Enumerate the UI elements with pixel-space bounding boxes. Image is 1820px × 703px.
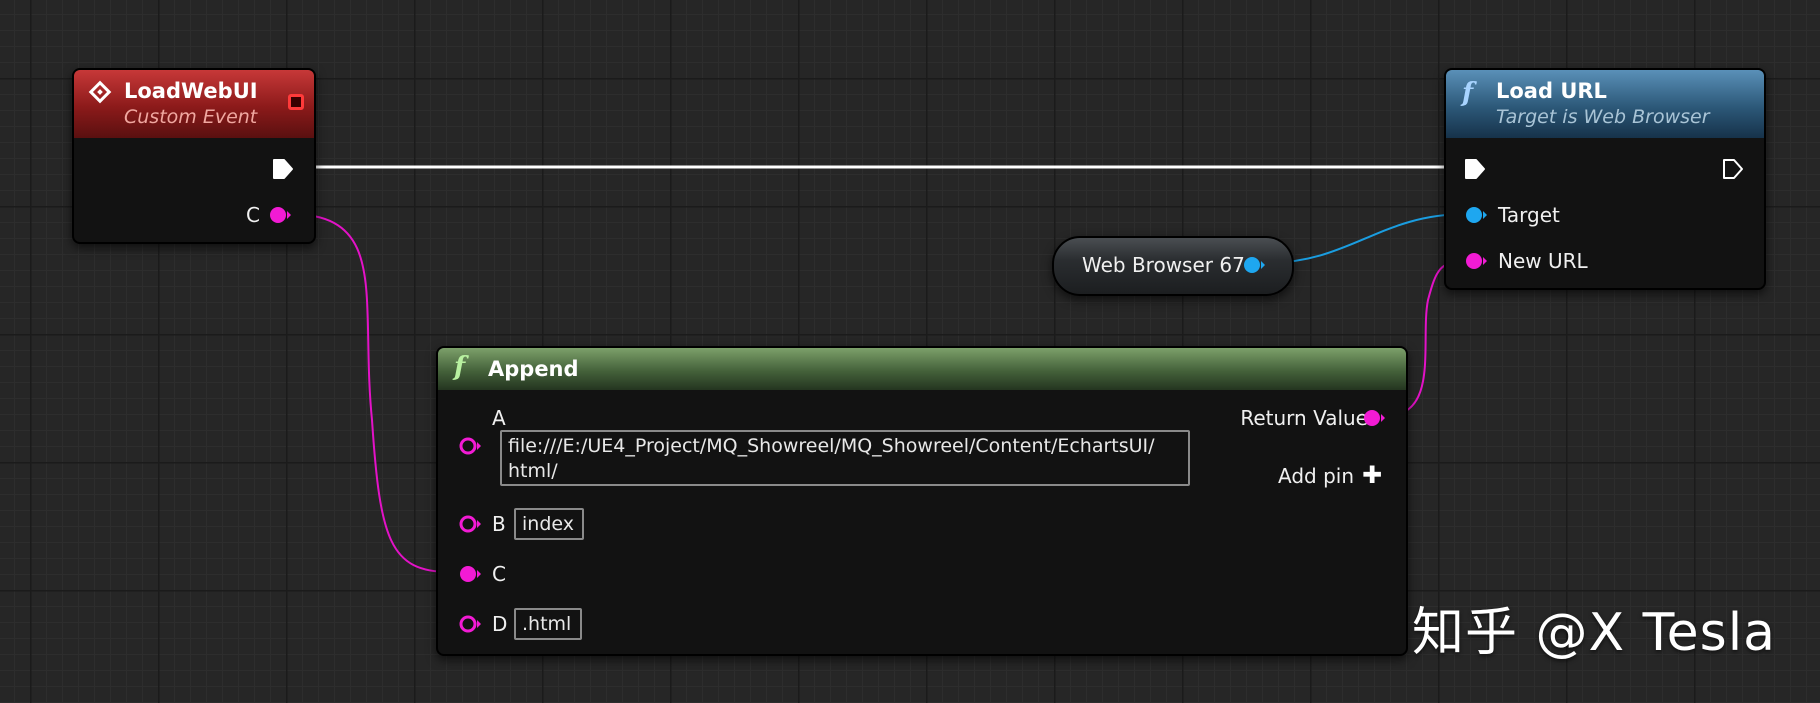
input-b-text-field[interactable]: index [514, 508, 584, 540]
pin-label-a: A [492, 406, 506, 430]
event-pin-label-c: C [246, 203, 260, 227]
string-input-pin-d[interactable] [458, 612, 482, 636]
watermark-text: 知乎 @X Tesla [1412, 603, 1777, 663]
event-node-title: LoadWebUI [124, 79, 258, 103]
event-diamond-icon [88, 80, 112, 104]
delegate-pin-icon[interactable] [288, 94, 304, 110]
pin-label-target: Target [1498, 203, 1560, 227]
string-input-pin-c[interactable] [458, 562, 482, 586]
plus-icon[interactable]: ✚ [1362, 463, 1382, 487]
event-node-loadwebui[interactable]: LoadWebUI Custom Event C [72, 68, 316, 244]
string-input-pin-a[interactable] [458, 434, 482, 458]
add-pin-label[interactable]: Add pin [1278, 464, 1354, 488]
variable-label: Web Browser 67 [1082, 253, 1245, 277]
object-input-pin-target[interactable] [1464, 203, 1488, 227]
pin-label-new-url: New URL [1498, 249, 1588, 273]
function-icon: f [454, 352, 466, 382]
event-node-header[interactable]: LoadWebUI Custom Event [74, 70, 314, 138]
append-node-header[interactable]: f Append [438, 348, 1406, 390]
exec-output-pin[interactable] [272, 158, 294, 180]
variable-node-web-browser[interactable]: Web Browser 67 [1052, 236, 1294, 296]
pin-label-return-value: Return Value [1240, 406, 1368, 430]
event-node-subtitle: Custom Event [124, 106, 258, 128]
string-input-pin-b[interactable] [458, 512, 482, 536]
blueprint-graph-canvas[interactable]: LoadWebUI Custom Event C f Load URL Targ… [0, 0, 1820, 703]
exec-input-pin[interactable] [1464, 158, 1486, 180]
load-url-title: Load URL [1496, 79, 1607, 103]
pin-label-d: D [492, 612, 508, 636]
load-url-node-header[interactable]: f Load URL Target is Web Browser [1446, 70, 1764, 138]
function-node-load-url[interactable]: f Load URL Target is Web Browser Target … [1444, 68, 1766, 290]
load-url-subtitle: Target is Web Browser [1496, 106, 1710, 128]
string-output-pin-return[interactable] [1362, 406, 1386, 430]
input-a-text-field[interactable]: file:///E:/UE4_Project/MQ_Showreel/MQ_Sh… [500, 430, 1190, 486]
input-d-text-field[interactable]: .html [514, 608, 582, 640]
pin-label-b: B [492, 512, 506, 536]
string-output-pin-c[interactable] [268, 203, 292, 227]
object-wire-browser-to-target[interactable] [1265, 213, 1467, 264]
function-node-append[interactable]: f Append A file:///E:/UE4_Project/MQ_Sho… [436, 346, 1408, 656]
function-icon: f [1462, 78, 1474, 108]
object-output-pin[interactable] [1242, 253, 1266, 277]
pin-label-c: C [492, 562, 506, 586]
exec-output-pin[interactable] [1722, 158, 1744, 180]
append-title: Append [488, 357, 579, 381]
string-input-pin-new-url[interactable] [1464, 249, 1488, 273]
string-wire-c-to-append[interactable] [289, 213, 451, 573]
